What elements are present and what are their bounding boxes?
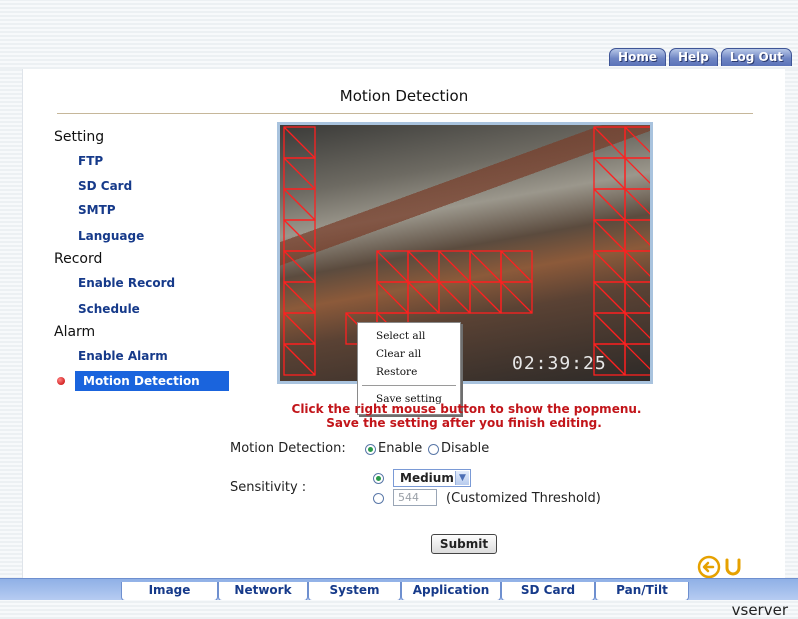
left-margin (0, 69, 22, 579)
sidebar-item-motion-detection[interactable]: Motion Detection (75, 371, 229, 391)
motion-grid-diagonal (624, 126, 650, 153)
logout-button[interactable]: Log Out (720, 48, 792, 66)
tab-network[interactable]: Network (218, 582, 308, 601)
tab-system[interactable]: System (308, 582, 401, 601)
motion-grid-diagonal (624, 343, 650, 370)
sidebar-item-ftp[interactable]: FTP (78, 154, 103, 168)
home-button[interactable]: Home (609, 48, 666, 66)
threshold-input[interactable]: 544 (393, 489, 437, 506)
motion-grid-diagonal (593, 312, 626, 345)
motion-grid-diagonal (593, 126, 626, 159)
video-timestamp: 02:39:25 (512, 353, 607, 374)
hint-line-1: Click the right mouse button to show the… (291, 402, 642, 416)
back-arrow-icon[interactable] (697, 555, 721, 579)
motion-grid-diagonal (624, 250, 650, 277)
motion-grid-diagonal (407, 250, 440, 283)
sidebar-item-enable-record[interactable]: Enable Record (78, 276, 175, 290)
motion-grid-diagonal (593, 188, 626, 221)
motion-grid-diagonal (407, 281, 440, 314)
camera-video[interactable]: 02:39:25 (280, 125, 650, 381)
motion-grid-diagonal (500, 281, 533, 314)
motion-grid-diagonal (376, 281, 409, 314)
motion-grid-diagonal (438, 281, 471, 314)
motion-grid-diagonal (593, 250, 626, 283)
footer (0, 600, 798, 619)
page-title: Motion Detection (339, 87, 469, 105)
motion-grid-diagonal (593, 219, 626, 252)
motion-grid-diagonal (438, 250, 471, 283)
threshold-label: (Customized Threshold) (446, 491, 601, 506)
top-nav: Home Help Log Out (609, 48, 792, 66)
motion-grid-diagonal (283, 157, 316, 190)
motion-grid-diagonal (283, 343, 316, 376)
sidebar-item-schedule[interactable]: Schedule (78, 302, 140, 316)
motion-grid-diagonal (593, 157, 626, 190)
menu-separator (362, 385, 456, 387)
motion-grid-diagonal (283, 312, 316, 345)
motion-detection-label: Motion Detection: (230, 441, 346, 456)
motion-grid-diagonal (283, 281, 316, 314)
chevron-down-icon[interactable]: ▼ (455, 471, 469, 485)
hint-line-2: Save the setting after you finish editin… (326, 416, 602, 430)
menu-select-all[interactable]: Select all (376, 330, 425, 342)
sidebar-item-language[interactable]: Language (78, 229, 144, 243)
motion-grid-diagonal (376, 250, 409, 283)
motion-grid[interactable] (280, 125, 650, 381)
disable-label: Disable (441, 441, 490, 456)
motion-grid-diagonal (283, 188, 316, 221)
video-frame: 02:39:25 (277, 122, 653, 384)
motion-grid-diagonal (624, 188, 650, 215)
motion-grid-diagonal (469, 250, 502, 283)
disable-radio[interactable] (428, 444, 439, 455)
brand-label: vserver (731, 601, 788, 619)
motion-grid-diagonal (469, 281, 502, 314)
tab-pan-tilt[interactable]: Pan/Tilt (595, 582, 689, 601)
sensitivity-custom-radio[interactable] (373, 493, 384, 504)
sidebar-item-enable-alarm[interactable]: Enable Alarm (78, 349, 168, 363)
sensitivity-selected-value: Medium (400, 471, 454, 485)
sidebar-heading-record: Record (54, 251, 103, 267)
motion-grid-diagonal (624, 281, 650, 308)
active-bullet-icon (57, 377, 65, 385)
sidebar-heading-alarm: Alarm (54, 324, 96, 340)
sensitivity-label: Sensitivity : (230, 480, 307, 495)
sensitivity-preset-radio[interactable] (373, 473, 384, 484)
submit-button[interactable]: Submit (431, 534, 497, 554)
menu-restore[interactable]: Restore (376, 366, 417, 378)
motion-grid-diagonal (283, 250, 316, 283)
enable-label: Enable (378, 441, 423, 456)
help-button[interactable]: Help (668, 48, 718, 66)
motion-grid-diagonal (500, 250, 533, 283)
sidebar-item-smtp[interactable]: SMTP (78, 203, 116, 217)
motion-grid-diagonal (624, 312, 650, 339)
motion-grid-diagonal (283, 126, 316, 159)
sidebar-item-sd-card[interactable]: SD Card (78, 179, 132, 193)
motion-grid-diagonal (593, 281, 626, 314)
right-margin (784, 69, 798, 579)
tab-image[interactable]: Image (121, 582, 218, 601)
refresh-icon[interactable] (721, 555, 745, 579)
motion-grid-diagonal (283, 219, 316, 252)
main-panel: Motion Detection Setting FTP SD Card SMT… (22, 69, 785, 579)
menu-clear-all[interactable]: Clear all (376, 348, 421, 360)
sensitivity-select[interactable]: Medium ▼ (393, 469, 471, 487)
enable-radio[interactable] (365, 444, 376, 455)
tab-application[interactable]: Application (401, 582, 501, 601)
sidebar-heading-setting: Setting (54, 129, 105, 145)
motion-grid-diagonal (624, 219, 650, 246)
motion-grid-diagonal (624, 157, 650, 184)
title-divider (57, 113, 753, 114)
tab-sd-card[interactable]: SD Card (501, 582, 595, 601)
